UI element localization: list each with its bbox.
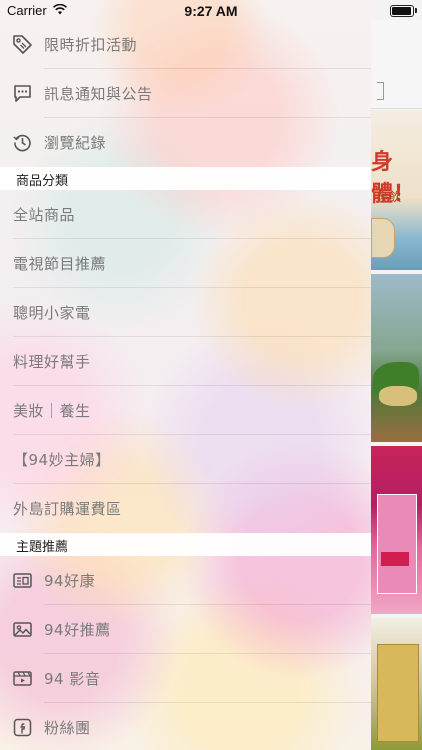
background-header-mark — [377, 82, 384, 100]
background-banner-beauty[interactable] — [371, 446, 422, 614]
section-header-categories: 商品分類 — [0, 167, 371, 190]
background-banner-product[interactable] — [371, 618, 422, 750]
category-item-label: 美妝｜養生 — [13, 402, 91, 420]
category-item-label: 全站商品 — [13, 206, 76, 224]
theme-item-label: 94好推薦 — [44, 621, 111, 639]
status-time: 9:27 AM — [184, 3, 238, 19]
category-item-tv[interactable]: 電視節目推薦 — [0, 239, 371, 288]
video-icon — [13, 671, 32, 686]
section-header-label: 主題推薦 — [16, 540, 69, 555]
category-item-appliances[interactable]: 聰明小家電 — [0, 288, 371, 337]
menu-item-label: 訊息通知與公告 — [44, 85, 153, 103]
history-icon — [13, 134, 31, 152]
background-app-content[interactable]: 身體！ 辛飲 — [371, 0, 422, 750]
side-drawer: 限時折扣活動 訊息通知與公告 瀏覽紀錄 商品分類 全站商品 電視節目推薦 聰明小… — [0, 0, 371, 750]
background-banner-promo[interactable]: 身體！ 辛飲 — [371, 110, 422, 270]
background-banner-badge — [371, 218, 395, 258]
menu-item-notifications[interactable]: 訊息通知與公告 — [0, 69, 371, 118]
menu-item-discount[interactable]: 限時折扣活動 — [0, 20, 371, 69]
category-item-label: 【94妙主婦】 — [13, 451, 111, 469]
category-item-label: 外島訂購運費區 — [13, 500, 122, 518]
vegetable-shape-2 — [379, 386, 417, 406]
tag-icon — [13, 35, 32, 54]
theme-item-label: 94 影音 — [44, 670, 101, 688]
theme-item-label: 94好康 — [44, 572, 96, 590]
theme-item-recommend[interactable]: 94好推薦 — [0, 605, 371, 654]
theme-item-fanpage[interactable]: 粉絲團 — [0, 703, 371, 750]
battery-tip — [415, 8, 417, 13]
theme-item-label: 粉絲團 — [44, 719, 91, 737]
facebook-icon — [13, 718, 32, 737]
beauty-product-panel — [377, 494, 417, 594]
category-item-label: 電視節目推薦 — [13, 255, 107, 273]
menu-item-label: 瀏覽紀錄 — [44, 134, 107, 152]
coupon-icon — [13, 573, 32, 588]
category-item-all[interactable]: 全站商品 — [0, 190, 371, 239]
theme-item-deals[interactable]: 94好康 — [0, 556, 371, 605]
battery-fill — [392, 7, 411, 15]
message-icon — [14, 85, 31, 102]
background-header — [371, 20, 422, 109]
category-item-label: 聰明小家電 — [13, 304, 91, 322]
product-box — [377, 644, 419, 742]
background-banner-vegetables[interactable] — [371, 274, 422, 442]
category-item-label: 料理好幫手 — [13, 353, 91, 371]
background-banner-subtext: 辛飲 — [377, 190, 402, 204]
category-item-cooking[interactable]: 料理好幫手 — [0, 337, 371, 386]
theme-item-video[interactable]: 94 影音 — [0, 654, 371, 703]
menu-item-label: 限時折扣活動 — [44, 36, 138, 54]
category-item-beauty[interactable]: 美妝｜養生 — [0, 386, 371, 435]
category-item-housewife[interactable]: 【94妙主婦】 — [0, 435, 371, 484]
section-header-themes: 主題推薦 — [0, 533, 371, 556]
menu-item-history[interactable]: 瀏覽紀錄 — [0, 118, 371, 167]
battery-icon — [390, 5, 414, 17]
category-item-shipping[interactable]: 外島訂購運費區 — [0, 484, 371, 533]
status-bar: Carrier 9:27 AM — [0, 0, 422, 20]
image-icon — [13, 622, 32, 637]
section-header-label: 商品分類 — [16, 174, 69, 189]
beauty-product-tag — [381, 552, 409, 566]
